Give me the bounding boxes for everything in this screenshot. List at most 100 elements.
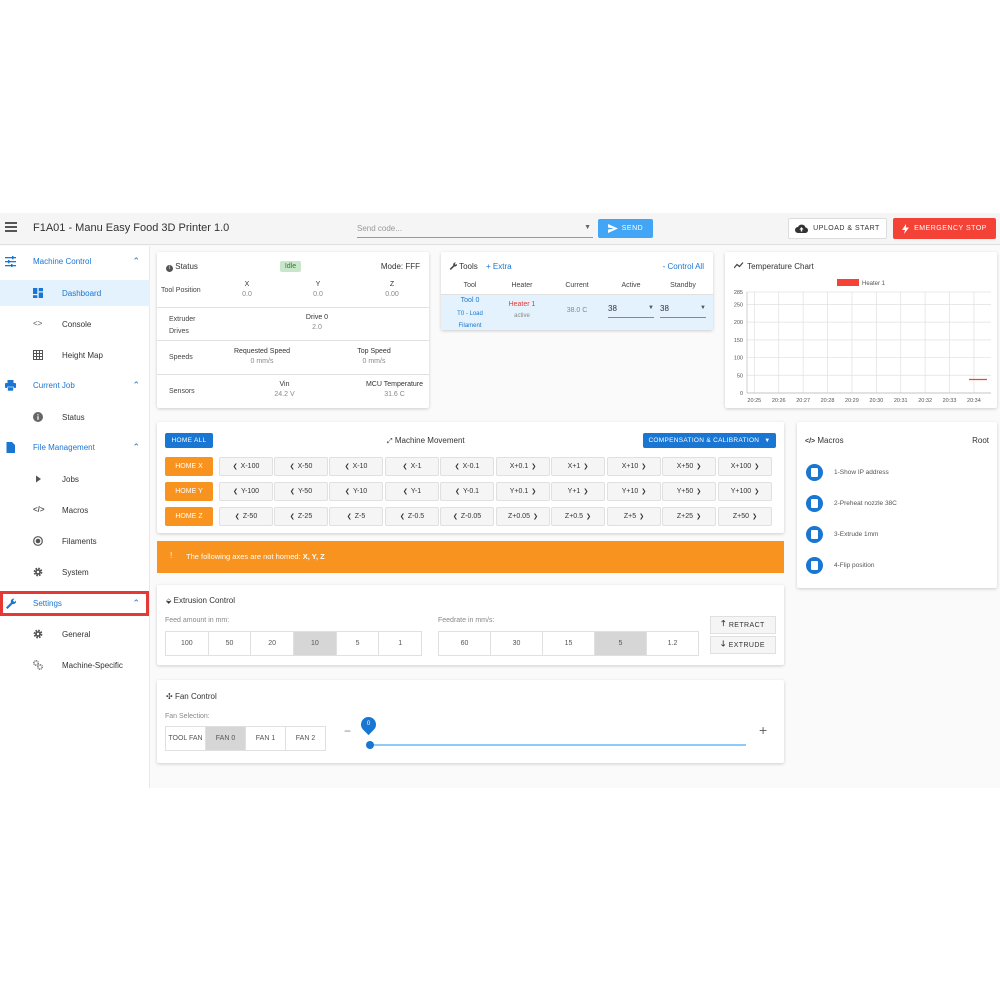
compensation-label: COMPENSATION & CALIBRATION <box>648 437 760 444</box>
move-button[interactable]: ❮ Z-5 <box>329 507 383 526</box>
move-button[interactable]: ❮ Y-50 <box>274 482 328 501</box>
move-button[interactable]: Z+0.5 ❯ <box>551 507 605 526</box>
move-button[interactable]: ❮ Z-25 <box>274 507 328 526</box>
move-button[interactable]: Y+1 ❯ <box>551 482 605 501</box>
sidebar-item-console[interactable]: <> Console <box>0 311 150 337</box>
send-code-input[interactable]: Send code... ▼ <box>357 220 593 238</box>
macro-label: 4-Flip position <box>834 562 875 569</box>
move-button[interactable]: ❮ Z-0.05 <box>440 507 494 526</box>
feedrate-option[interactable]: 5 <box>595 632 647 655</box>
send-button[interactable]: SEND <box>598 219 653 238</box>
move-button[interactable]: ❮ X-0.1 <box>440 457 494 476</box>
move-button[interactable]: X+1 ❯ <box>551 457 605 476</box>
fan-icon: ✣ <box>166 692 173 701</box>
feed-amount-option[interactable]: 5 <box>336 632 380 655</box>
move-button[interactable]: X+0.1 ❯ <box>496 457 550 476</box>
move-button[interactable]: ❮ Y-0.1 <box>440 482 494 501</box>
feedrate-option[interactable]: 30 <box>491 632 543 655</box>
x-tick-label: 20:25 <box>747 398 761 404</box>
dropdown-caret-icon[interactable]: ▼ <box>700 305 706 311</box>
emergency-stop-button[interactable]: EMERGENCY STOP <box>893 218 996 239</box>
status-badge: Idle <box>280 261 301 272</box>
move-button[interactable]: X+50 ❯ <box>662 457 716 476</box>
move-button[interactable]: Z+50 ❯ <box>718 507 772 526</box>
menu-icon[interactable] <box>5 222 17 232</box>
fan-option[interactable]: FAN 1 <box>246 727 286 750</box>
move-button[interactable]: Y+10 ❯ <box>607 482 661 501</box>
move-button[interactable]: Y+0.1 ❯ <box>496 482 550 501</box>
drive-name: Drive 0 <box>305 314 329 321</box>
home-z-button[interactable]: HOME Z <box>165 507 213 526</box>
move-button[interactable]: ❮ Y-10 <box>329 482 383 501</box>
move-button[interactable]: Y+100 ❯ <box>718 482 772 501</box>
sidebar-item-filaments[interactable]: Filaments <box>0 528 150 554</box>
feed-amount-option[interactable]: 10 <box>294 632 337 655</box>
fan-slider-thumb[interactable] <box>366 741 374 749</box>
sidebar-item-macros[interactable]: </> Macros <box>0 497 150 523</box>
upload-start-button[interactable]: UPLOAD & START <box>788 218 887 239</box>
dropdown-caret-icon[interactable]: ▼ <box>648 305 654 311</box>
heater-link[interactable]: Heater 1 <box>503 301 541 308</box>
y-tick-label: 0 <box>740 391 743 397</box>
sidebar-item-jobs[interactable]: Jobs <box>0 466 150 492</box>
sidebar-item-status[interactable]: Status <box>0 404 150 430</box>
move-button[interactable]: ❮ X-100 <box>219 457 273 476</box>
standby-temp-input[interactable]: 38 ▼ <box>660 304 706 318</box>
sensor-value: 24.2 V <box>274 391 295 398</box>
feed-amount-option[interactable]: 50 <box>208 632 252 655</box>
move-button[interactable]: ❮ Y-100 <box>219 482 273 501</box>
tool-filament-link[interactable]: T0 - Load Filament <box>449 308 491 332</box>
chevron-right-icon: ❯ <box>531 464 537 470</box>
move-button[interactable]: ❮ X-50 <box>274 457 328 476</box>
move-button[interactable]: X+10 ❯ <box>607 457 661 476</box>
chevron-left-icon: ❮ <box>402 489 408 495</box>
requested-speed: Requested Speed 0 mm/s <box>227 348 297 365</box>
move-button[interactable]: Z+0.05 ❯ <box>496 507 550 526</box>
sidebar-item-machine-specific[interactable]: Machine-Specific <box>0 652 150 678</box>
file-icon <box>806 557 823 574</box>
sidebar-item-height-map[interactable]: Height Map <box>0 342 150 368</box>
extra-link[interactable]: + Extra <box>486 262 512 271</box>
move-button[interactable]: ❮ X-10 <box>329 457 383 476</box>
feedrate-option[interactable]: 60 <box>439 632 491 655</box>
tool-name-link[interactable]: Tool 0 <box>449 297 491 304</box>
sidebar-item-general[interactable]: General <box>0 621 150 647</box>
move-button[interactable]: ❮ X-1 <box>385 457 439 476</box>
nav-group-machine-control[interactable]: Machine Control ⌃ <box>0 249 150 274</box>
compensation-calibration-button[interactable]: COMPENSATION & CALIBRATION ▼ <box>643 433 776 448</box>
move-button[interactable]: ❮ Z-50 <box>219 507 273 526</box>
macros-root-breadcrumb[interactable]: Root <box>972 436 989 445</box>
move-button[interactable]: Z+5 ❯ <box>607 507 661 526</box>
move-button[interactable]: Z+25 ❯ <box>662 507 716 526</box>
feed-amount-option[interactable]: 100 <box>166 632 209 655</box>
sidebar-item-dashboard[interactable]: Dashboard <box>0 280 150 306</box>
feedrate-option[interactable]: 1.2 <box>647 632 698 655</box>
move-label: X-10 <box>352 463 368 470</box>
fan-decrease-button[interactable]: − <box>344 724 351 738</box>
move-button[interactable]: X+100 ❯ <box>718 457 772 476</box>
nav-group-current-job[interactable]: Current Job ⌃ <box>0 373 150 398</box>
fan-slider-track[interactable] <box>369 744 746 746</box>
nav-group-file-management[interactable]: File Management ⌃ <box>0 435 150 460</box>
move-button[interactable]: Y+50 ❯ <box>662 482 716 501</box>
chevron-left-icon: ❮ <box>289 464 295 470</box>
feed-amount-option[interactable]: 20 <box>251 632 295 655</box>
home-all-button[interactable]: HOME ALL <box>165 433 213 448</box>
move-button[interactable]: ❮ Y-1 <box>385 482 439 501</box>
fan-option[interactable]: FAN 0 <box>206 727 246 750</box>
x-tick-label: 20:28 <box>821 398 835 404</box>
dropdown-caret-icon[interactable]: ▼ <box>584 224 591 231</box>
home-y-button[interactable]: HOME Y <box>165 482 213 501</box>
home-x-button[interactable]: HOME X <box>165 457 213 476</box>
retract-button[interactable]: 🡑 RETRACT <box>710 616 776 634</box>
move-button[interactable]: ❮ Z-0.5 <box>385 507 439 526</box>
sidebar-item-system[interactable]: System <box>0 559 150 585</box>
fan-option[interactable]: TOOL FAN <box>166 727 206 750</box>
active-temp-input[interactable]: 38 ▼ <box>608 304 654 318</box>
feedrate-option[interactable]: 15 <box>543 632 595 655</box>
feed-amount-option[interactable]: 1 <box>379 632 422 655</box>
extrude-button[interactable]: 🡓 EXTRUDE <box>710 636 776 654</box>
fan-increase-button[interactable]: + <box>759 722 767 738</box>
fan-option[interactable]: FAN 2 <box>286 727 325 750</box>
control-all-link[interactable]: - Control All <box>663 262 704 271</box>
